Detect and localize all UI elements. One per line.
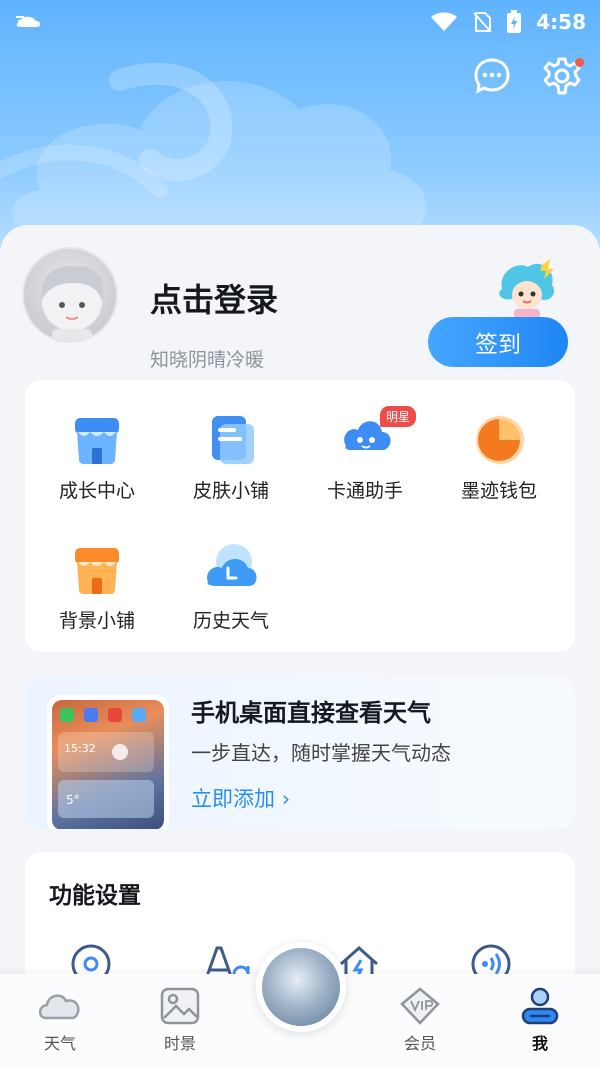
notification-dot [575, 58, 584, 67]
center-weather-scene-button[interactable] [256, 942, 346, 1032]
service-skin-shop[interactable]: 皮肤小铺 [171, 410, 291, 503]
widget-temp: 5° [66, 793, 80, 807]
wallet-pie-icon [476, 416, 524, 464]
service-label: 成长中心 [58, 480, 135, 502]
tab-me[interactable]: 我 [500, 986, 580, 1054]
service-history-weather[interactable]: 历史天气 [171, 540, 291, 633]
service-label: 墨迹钱包 [460, 480, 537, 502]
no-sim-icon [473, 12, 492, 33]
wifi-icon [431, 12, 458, 31]
status-bar: 4:58 [0, 0, 600, 44]
main-panel: 点击登录 知晓阴晴冷暖 签到 成长中心 皮肤小铺 明星 卡通助手 墨迹钱包 背景… [0, 225, 600, 1066]
service-cartoon-assistant[interactable]: 明星 卡通助手 [305, 406, 425, 503]
tab-label: 天气 [43, 1034, 76, 1053]
message-button[interactable] [472, 56, 512, 96]
image-icon [160, 987, 200, 1025]
history-weather-icon [207, 544, 257, 586]
settings-title: 功能设置 [49, 883, 141, 909]
promo-phone-image: 15:32 5° [47, 695, 169, 829]
app-notification-icon [16, 16, 41, 27]
profile-section: 点击登录 知晓阴晴冷暖 签到 [22, 247, 578, 371]
top-actions [472, 56, 584, 96]
login-subtitle: 知晓阴晴冷暖 [150, 349, 265, 371]
status-time: 4:58 [536, 10, 586, 34]
default-avatar-icon [41, 266, 104, 341]
promo-subtitle: 一步直达，随时掌握天气动态 [191, 741, 451, 765]
cloud-icon [38, 994, 80, 1020]
promo-title: 手机桌面直接查看天气 [191, 699, 431, 727]
chevron-right-icon: › [281, 787, 291, 811]
service-label: 皮肤小铺 [192, 480, 269, 502]
tab-label: 时景 [163, 1034, 196, 1053]
mascot-icon [499, 259, 555, 319]
tab-vip[interactable]: 会员 [380, 986, 460, 1054]
services-card: 成长中心 皮肤小铺 明星 卡通助手 墨迹钱包 背景小铺 历史天气 [25, 380, 575, 652]
service-growth-center[interactable]: 成长中心 [37, 410, 157, 503]
widget-promo-banner[interactable]: 15:32 5° 手机桌面直接查看天气 一步直达，随时掌握天气动态 立即添加 › [25, 677, 575, 829]
tab-label: 我 [531, 1034, 548, 1053]
person-icon [521, 987, 559, 1025]
battery-charging-icon [507, 10, 522, 33]
avatar[interactable] [22, 247, 118, 343]
promo-link-label: 立即添加 [191, 787, 275, 811]
tab-scenery[interactable]: 时景 [140, 986, 220, 1054]
service-wallet[interactable]: 墨迹钱包 [439, 410, 559, 503]
service-label: 历史天气 [192, 610, 269, 632]
tab-label: 会员 [403, 1034, 436, 1053]
login-title[interactable]: 点击登录 [150, 275, 278, 321]
shop-blue-icon [75, 418, 119, 464]
vip-icon [400, 987, 440, 1025]
chat-bubble-icon [474, 58, 510, 94]
tab-weather[interactable]: 天气 [20, 986, 100, 1054]
service-badge: 明星 [379, 406, 416, 427]
shop-orange-icon [75, 548, 119, 594]
service-label: 卡通助手 [326, 480, 403, 502]
promo-add-link[interactable]: 立即添加 › [191, 783, 290, 813]
service-label: 背景小铺 [58, 610, 135, 632]
widget-time: 15:32 [64, 742, 96, 755]
signin-button[interactable]: 签到 [428, 317, 568, 367]
settings-button[interactable] [542, 56, 584, 96]
service-background-shop[interactable]: 背景小铺 [37, 540, 157, 633]
document-icon [212, 416, 254, 464]
phone-widget-preview-icon: 15:32 5° [58, 708, 154, 818]
